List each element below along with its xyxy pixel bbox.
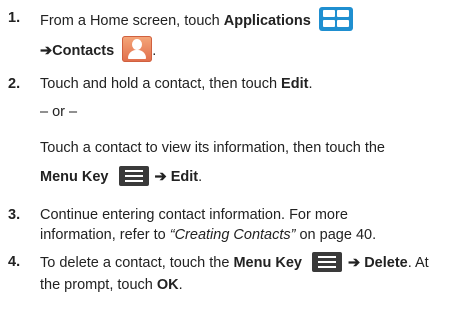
applications-label: Applications	[223, 12, 311, 29]
step-1-text: From a Home screen, touch	[40, 12, 224, 29]
step-1-period: .	[152, 42, 157, 59]
instruction-page: 1. From a Home screen, touch Application…	[0, 0, 472, 310]
contacts-label: Contacts	[52, 42, 115, 59]
creating-contacts-reference: “Creating Contacts”	[169, 227, 296, 243]
step-2-alt-period: .	[198, 168, 203, 185]
menu-key-label: Menu Key	[40, 168, 109, 185]
contacts-person-icon	[122, 36, 153, 62]
menu-key-label: Menu Key	[233, 254, 302, 271]
menu-key-icon	[118, 166, 149, 186]
step-1-line-2: ➔Contacts .	[40, 36, 157, 64]
step-3-page-ref: on page 40.	[295, 227, 377, 243]
step-1-number: 1.	[8, 10, 21, 26]
or-separator: – or –	[40, 104, 78, 120]
step-4-line-1: To delete a contact, touch the Menu Key …	[40, 252, 429, 273]
step-1-line-1: From a Home screen, touch Applications	[40, 7, 353, 33]
edit-label: Edit	[170, 168, 199, 185]
step-2-alt-line-2: Menu Key ➔ Edit.	[40, 166, 203, 187]
step-3-line-2: information, refer to “Creating Contacts…	[40, 226, 376, 244]
delete-label: Delete	[364, 254, 408, 271]
step-3-line-1: Continue entering contact information. F…	[40, 207, 348, 223]
step-2-period: .	[308, 76, 313, 92]
edit-label: Edit	[281, 76, 309, 92]
ok-label: OK	[156, 277, 179, 293]
step-4-text: To delete a contact, touch the	[40, 254, 234, 271]
step-4-line-2: the prompt, touch OK.	[40, 276, 183, 294]
step-3-text: information, refer to	[40, 227, 170, 243]
applications-grid-icon	[318, 7, 353, 31]
step-2-line-1: Touch and hold a contact, then touch Edi…	[40, 75, 312, 93]
step-2-number: 2.	[8, 76, 21, 92]
arrow-glyph: ➔	[40, 42, 53, 59]
menu-key-icon	[312, 252, 342, 272]
step-2-text: Touch and hold a contact, then touch	[40, 76, 282, 92]
step-4-at: . At	[407, 254, 429, 271]
step-4-prompt-text: the prompt, touch	[40, 277, 157, 293]
step-2-alt-line-1: Touch a contact to view its information,…	[40, 140, 385, 156]
arrow-glyph: ➔	[154, 168, 167, 185]
step-4-period: .	[178, 277, 183, 293]
arrow-glyph: ➔	[348, 254, 361, 271]
step-3-number: 3.	[8, 207, 21, 223]
step-4-number: 4.	[8, 254, 21, 270]
